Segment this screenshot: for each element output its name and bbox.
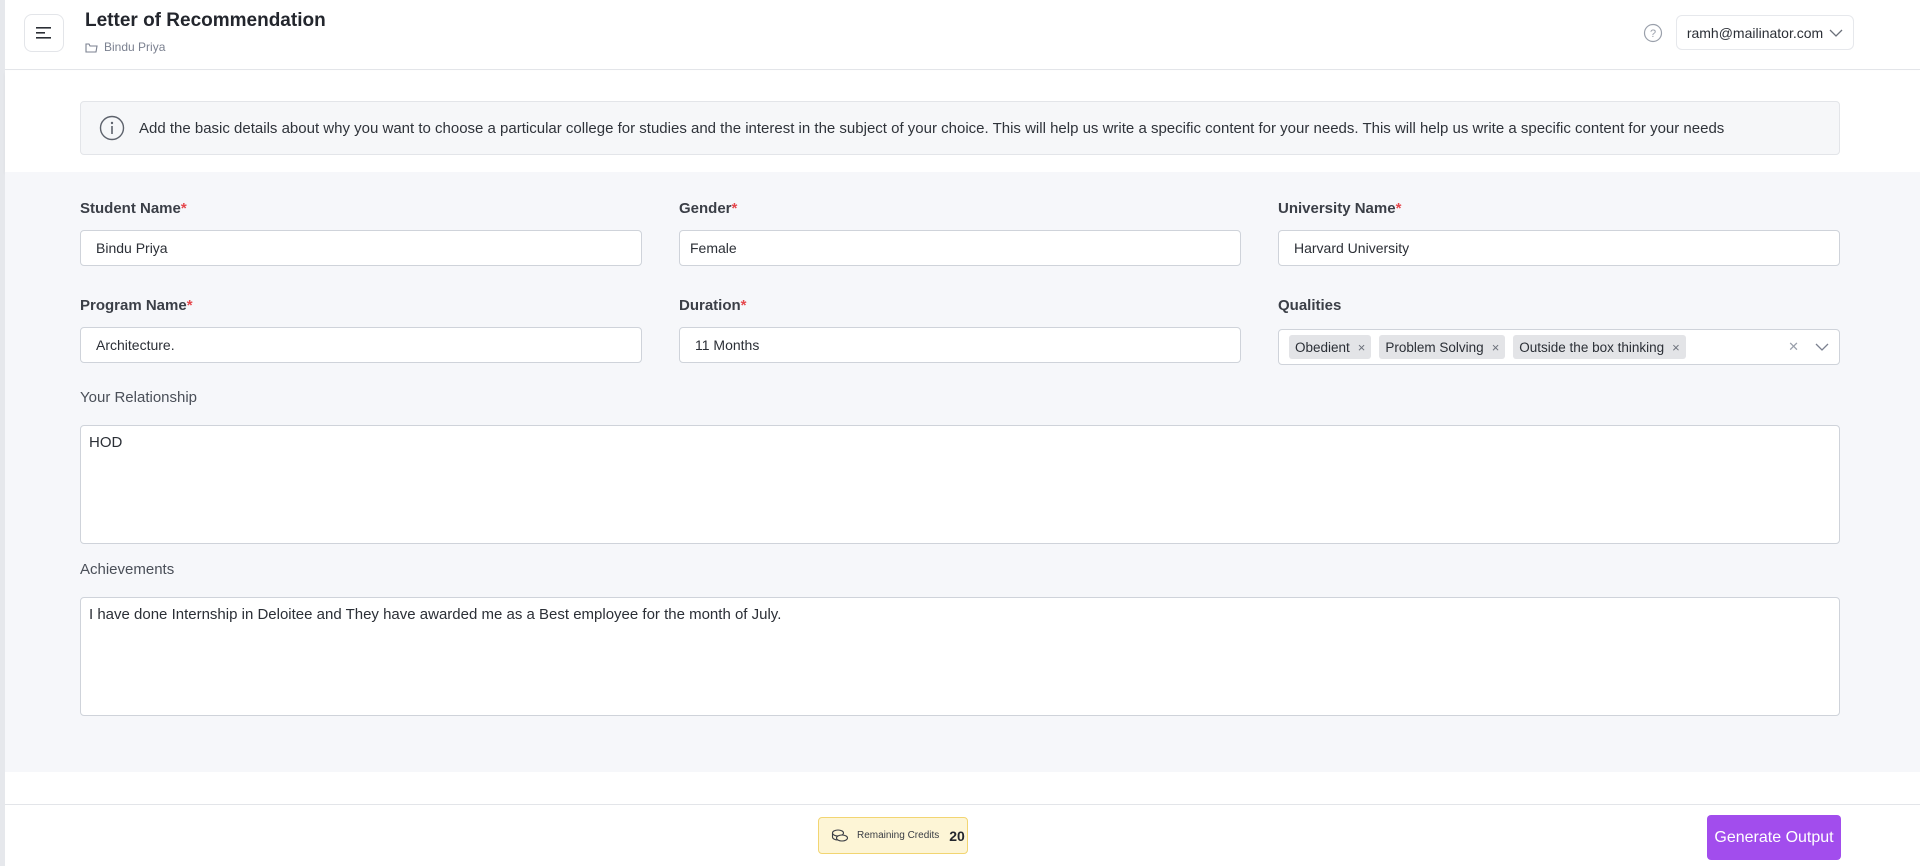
qualities-label: Qualities xyxy=(1278,297,1342,314)
quality-chip-label: Problem Solving xyxy=(1385,339,1484,355)
credits-value: 20 xyxy=(949,827,965,844)
credits-label: Remaining Credits xyxy=(857,830,940,841)
quality-chip: Outside the box thinking × xyxy=(1513,335,1686,359)
info-banner: Add the basic details about why you want… xyxy=(80,101,1840,155)
page-title: Letter of Recommendation xyxy=(85,10,326,31)
relationship-label: Your Relationship xyxy=(80,389,198,406)
chevron-down-icon xyxy=(1829,29,1843,37)
clear-all-icon[interactable]: ✕ xyxy=(1788,339,1799,355)
chevron-down-icon[interactable] xyxy=(1815,343,1829,351)
multiselect-controls: ✕ xyxy=(1788,330,1829,364)
help-icon[interactable]: ? xyxy=(1643,23,1663,43)
remove-chip-icon[interactable]: × xyxy=(1492,340,1500,355)
duration-label: Duration* xyxy=(679,297,747,314)
university-name-input[interactable] xyxy=(1278,230,1840,266)
program-name-input[interactable] xyxy=(80,327,642,363)
breadcrumb-label: Bindu Priya xyxy=(104,40,166,54)
form-area: Student Name* Gender* University Name* P… xyxy=(5,172,1920,772)
info-icon xyxy=(99,115,125,141)
student-name-input[interactable] xyxy=(80,230,642,266)
user-account-dropdown[interactable]: ramh@mailinator.com xyxy=(1676,15,1854,50)
student-name-label: Student Name* xyxy=(80,200,187,217)
qualities-multiselect[interactable]: Obedient × Problem Solving × Outside the… xyxy=(1278,329,1840,365)
info-text: Add the basic details about why you want… xyxy=(139,119,1725,137)
quality-chip: Problem Solving × xyxy=(1379,335,1506,359)
generate-output-button[interactable]: Generate Output xyxy=(1707,815,1841,860)
program-name-label: Program Name* xyxy=(80,297,193,314)
relationship-textarea[interactable]: HOD xyxy=(80,425,1840,544)
achievements-textarea[interactable]: I have done Internship in Deloitee and T… xyxy=(80,597,1840,716)
footer-bar: Remaining Credits 20 Generate Output xyxy=(5,804,1920,866)
achievements-label: Achievements xyxy=(80,561,175,578)
info-section: Add the basic details about why you want… xyxy=(5,71,1920,172)
svg-text:?: ? xyxy=(1650,28,1656,40)
remaining-credits-badge: Remaining Credits 20 xyxy=(818,817,968,854)
quality-chip-label: Outside the box thinking xyxy=(1519,339,1665,355)
hamburger-icon xyxy=(36,27,51,39)
coins-icon xyxy=(831,828,849,842)
gender-label: Gender* xyxy=(679,200,738,217)
user-email: ramh@mailinator.com xyxy=(1686,24,1824,41)
quality-chip-label: Obedient xyxy=(1295,339,1350,355)
menu-toggle-button[interactable] xyxy=(24,14,64,52)
quality-chip: Obedient × xyxy=(1289,335,1372,359)
breadcrumb[interactable]: Bindu Priya xyxy=(85,40,165,54)
duration-input[interactable] xyxy=(679,327,1241,363)
folder-icon xyxy=(85,42,98,53)
gender-input[interactable] xyxy=(679,230,1241,266)
top-header: Letter of Recommendation Bindu Priya ? r… xyxy=(5,0,1920,70)
remove-chip-icon[interactable]: × xyxy=(1672,340,1680,355)
remove-chip-icon[interactable]: × xyxy=(1358,340,1366,355)
university-name-label: University Name* xyxy=(1278,200,1402,217)
